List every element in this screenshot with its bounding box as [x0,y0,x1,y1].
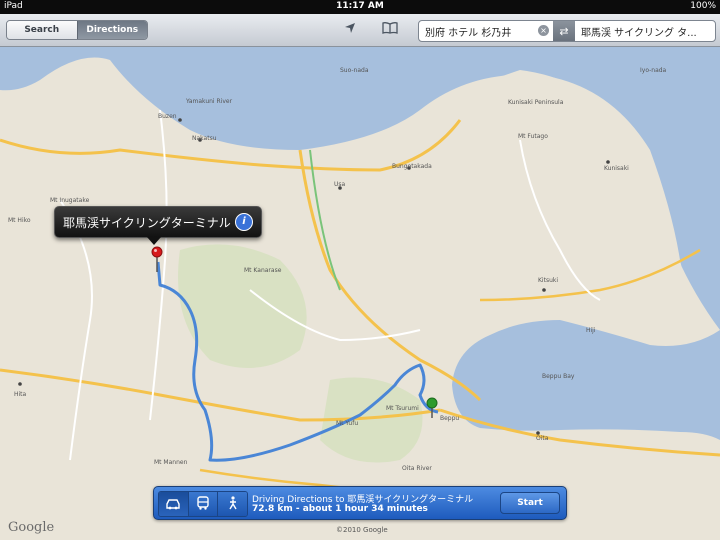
bus-icon [197,495,209,514]
map-label: Nakatsu [192,135,217,142]
route-end-field[interactable]: 耶馬渓 サイクリング タ... [575,21,715,41]
map-view[interactable]: Mt Futago Kunisaki Peninsula Kunisaki Bu… [0,47,720,540]
route-end-text: 耶馬渓 サイクリング タ... [581,27,697,39]
current-location-icon[interactable] [344,22,356,38]
swap-icon: ⇄ [559,24,569,38]
map-label: Mt Tsurumi [386,405,419,412]
map-label: Oita [536,435,549,442]
route-input: 別府 ホテル 杉乃井 × ⇄ 耶馬渓 サイクリング タ... [418,20,716,42]
map-label: Mt Hiko [8,217,31,224]
map-label: Mt Inugatake [50,197,90,204]
map-label: Hiji [586,327,596,334]
map-label: Kitsuki [538,277,558,284]
map-label: Hita [14,391,27,398]
status-bar: iPad 11:17 AM 100% [0,0,720,14]
info-icon[interactable]: i [235,213,253,231]
walking-mode-button[interactable] [218,492,247,516]
bookmarks-icon[interactable] [382,22,398,38]
clock: 11:17 AM [336,1,384,11]
map-label: Iyo-nada [640,67,667,74]
walking-icon [228,495,238,514]
directions-bar: Driving Directions to 耶馬渓サイクリングターミナル 72.… [153,486,567,520]
map-label: Oita River [402,465,432,472]
map-label: Bungotakada [392,163,432,170]
car-mode-button[interactable] [159,492,189,516]
route-start-field[interactable]: 別府 ホテル 杉乃井 × [419,21,553,41]
callout-title: 耶馬渓サイクリングターミナル [63,216,231,230]
directions-summary: 72.8 km - about 1 hour 34 minutes [252,504,428,514]
clear-icon[interactable]: × [538,25,549,36]
toolbar: Search Directions 別府 ホテル 杉乃井 × ⇄ 耶馬渓 サイク… [0,14,720,47]
swap-route-button[interactable]: ⇄ [553,21,575,41]
map-label: Usa [334,181,346,188]
map-label: Kunisaki [604,165,629,172]
map-label: Mt Kanarase [244,267,282,274]
google-logo: Google [8,520,55,535]
map-copyright: ©2010 Google [336,526,388,534]
route-start-text: 別府 ホテル 杉乃井 [425,27,512,39]
map-label: Buzen [158,113,177,120]
battery-level: 100% [690,1,716,11]
map-label: Mt Yufu [336,420,358,427]
search-tab[interactable]: Search [7,21,77,39]
transit-mode-button[interactable] [188,492,219,516]
map-label: Yamakuni River [185,98,233,105]
destination-callout[interactable]: 耶馬渓サイクリングターミナル i [54,206,262,245]
map-label: Suo-nada [340,67,369,74]
directions-tab[interactable]: Directions [76,21,147,39]
start-button[interactable]: Start [500,492,560,514]
map-label: Mt Mannen [154,459,188,466]
map-label: Beppu Bay [542,373,575,380]
callout-tail [147,237,161,245]
car-icon [165,495,181,514]
search-directions-segmented-control: Search Directions [6,20,148,40]
map-label: Kunisaki Peninsula [508,99,564,106]
map-label: Beppu [440,415,459,422]
map-label: Mt Futago [518,133,548,140]
transport-mode-selector [158,491,248,517]
